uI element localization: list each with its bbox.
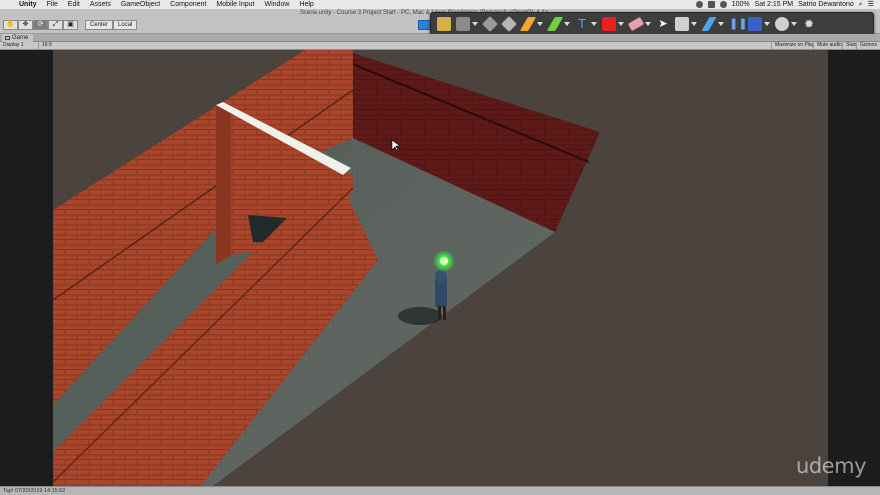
menu-file[interactable]: File — [42, 0, 63, 9]
menu-help[interactable]: Help — [294, 0, 318, 9]
menu-window[interactable]: Window — [260, 0, 295, 9]
pointer-icon[interactable]: ➤ — [656, 17, 670, 31]
pivot-local-button[interactable]: Local — [113, 20, 138, 30]
search-icon[interactable]: ⌕ — [859, 0, 863, 9]
pivot-center-button[interactable]: Center — [85, 20, 114, 30]
menu-gameobject[interactable]: GameObject — [116, 0, 165, 9]
chevron-down-icon[interactable] — [764, 22, 770, 26]
game-toolbar: Display 1 16:9 Maximize on Play Mute aud… — [0, 42, 880, 50]
rotate-tool-button[interactable]: ⟳ — [33, 20, 48, 30]
menu-unity[interactable]: Unity — [14, 0, 42, 9]
battery-level[interactable]: 100% — [732, 0, 750, 9]
annotation-palette: T ➤ ❚❚ ✹ — [430, 12, 874, 36]
gizmos-dropdown[interactable]: Gizmos — [856, 42, 880, 49]
tray-icon[interactable] — [707, 1, 715, 8]
text-icon[interactable]: T — [575, 17, 589, 31]
clock[interactable]: Sat 2:15 PM — [755, 0, 794, 9]
display-dropdown[interactable]: Display 1 — [3, 42, 24, 49]
inner-wall-side — [216, 105, 231, 265]
tab-game[interactable]: Game — [2, 34, 34, 42]
glow-orb-core — [440, 257, 448, 265]
game-viewport[interactable]: udemy — [0, 50, 880, 486]
shape-icon[interactable] — [602, 17, 616, 31]
status-bar: Tap! 07/20/2019 14:15:52 — [0, 486, 880, 495]
chevron-down-icon[interactable] — [472, 22, 478, 26]
webcam-icon[interactable] — [775, 17, 789, 31]
game-icon — [5, 36, 10, 40]
pen-icon[interactable] — [701, 17, 717, 31]
status-tray: 100% Sat 2:15 PM Satrio Dewantono ⌕ ☰ — [695, 0, 880, 9]
menu-component[interactable]: Component — [165, 0, 211, 9]
menu-assets[interactable]: Assets — [85, 0, 116, 9]
chevron-down-icon[interactable] — [645, 22, 651, 26]
chevron-down-icon[interactable] — [564, 22, 570, 26]
character-shadow — [398, 307, 442, 325]
list-icon[interactable]: ☰ — [868, 0, 874, 9]
move-tool-button[interactable]: ✥ — [18, 20, 33, 30]
eraser-icon[interactable] — [627, 16, 645, 32]
tab-bar: Game — [0, 34, 880, 42]
tab-game-label: Game — [12, 35, 29, 41]
chevron-down-icon[interactable] — [791, 22, 797, 26]
pause-icon[interactable]: ❚❚ — [729, 17, 747, 31]
udemy-watermark: udemy — [796, 454, 866, 478]
chevron-down-icon[interactable] — [718, 22, 724, 26]
highlighter-icon[interactable] — [546, 17, 564, 31]
settings-icon[interactable]: ✹ — [802, 17, 816, 31]
maximize-on-play-toggle[interactable]: Maximize on Play — [771, 42, 817, 49]
mac-menu-bar: Unity File Edit Assets GameObject Compon… — [0, 0, 880, 9]
chevron-down-icon[interactable] — [591, 22, 597, 26]
tray-icon[interactable] — [695, 1, 703, 8]
wifi-icon[interactable] — [719, 1, 727, 8]
stack-icon[interactable] — [456, 17, 470, 31]
pivot-controls: Center Local — [85, 20, 138, 30]
chevron-down-icon[interactable] — [618, 22, 624, 26]
rectangle-icon[interactable] — [675, 17, 689, 31]
letterbox-right — [828, 50, 880, 486]
hand-tool-button[interactable]: ✋ — [3, 20, 18, 30]
mute-audio-toggle[interactable]: Mute audio — [813, 42, 845, 49]
letterbox-left — [0, 50, 53, 486]
user-name[interactable]: Satrio Dewantono — [798, 0, 854, 9]
chevron-down-icon[interactable] — [537, 22, 543, 26]
scale-tool-button[interactable]: ⤢ — [48, 20, 63, 30]
chevron-down-icon[interactable] — [691, 22, 697, 26]
record-icon[interactable] — [748, 17, 762, 31]
aspect-dropdown[interactable]: 16:9 — [38, 42, 55, 49]
menu-edit[interactable]: Edit — [63, 0, 85, 9]
menu-mobile-input[interactable]: Mobile Input — [211, 0, 259, 9]
scene-render — [53, 50, 828, 486]
pencil-icon[interactable] — [519, 17, 537, 31]
cube-icon[interactable] — [482, 16, 498, 32]
cube-icon[interactable] — [501, 16, 517, 32]
folder-icon[interactable] — [437, 17, 451, 31]
transform-tools: ✋ ✥ ⟳ ⤢ ▣ — [3, 20, 78, 30]
rect-tool-button[interactable]: ▣ — [63, 20, 78, 30]
